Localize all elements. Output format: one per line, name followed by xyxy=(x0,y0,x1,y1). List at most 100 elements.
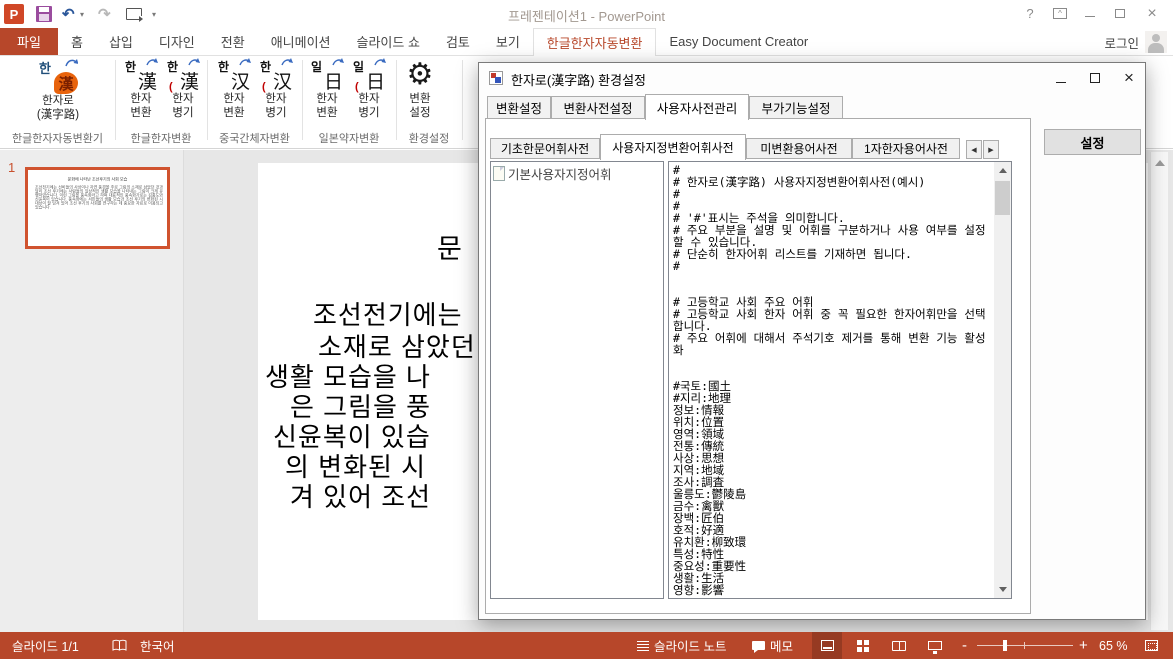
dialog-tab-convert-settings[interactable]: 변환설정 xyxy=(487,96,551,119)
group-label-simplified: 중국간체자변환 xyxy=(207,130,302,146)
spellcheck-button[interactable] xyxy=(112,632,127,659)
fit-slide-icon xyxy=(1145,640,1158,651)
simplified-convert-icon: 한 汉 xyxy=(217,58,251,92)
group-label-hanjaro: 한글한자자동변환기 xyxy=(0,130,115,146)
dictionary-editor-text[interactable]: # # 한자로(漢字路) 사용자지정변환어휘사전(예시) # # # '#'표시… xyxy=(673,164,991,596)
dialog-title: 한자로(漢字路) 환경설정 xyxy=(511,70,646,89)
zoom-slider[interactable] xyxy=(977,645,1073,646)
help-button[interactable]: ? xyxy=(1017,3,1043,24)
document-icon xyxy=(493,166,505,181)
scrollbar-thumb[interactable] xyxy=(995,181,1010,215)
notes-button[interactable]: 슬라이드 노트 xyxy=(637,632,726,659)
zoom-out-button[interactable]: - xyxy=(962,632,967,659)
list-item[interactable]: 기본사용자지정어휘 xyxy=(491,162,663,185)
ribbon-display-options-button[interactable]: ^ xyxy=(1047,3,1073,24)
slide-thumbnail[interactable]: 문화에 나타난 조선후기의 사회 모습 조선전기에는 선비들의 사상이나 자연 … xyxy=(25,167,170,249)
ribbon-tab-bar: 파일 홈 삽입 디자인 전환 애니메이션 슬라이드 쇼 검토 보기 한글한자자동… xyxy=(0,28,1173,56)
settings-button[interactable]: 설정 xyxy=(1044,129,1141,155)
tab-view[interactable]: 보기 xyxy=(483,28,533,55)
status-bar: 슬라이드 1/1 한국어 슬라이드 노트 메모 - + 65 % xyxy=(0,632,1173,659)
comments-button[interactable]: 메모 xyxy=(752,632,793,659)
gear-icon: ⚙ xyxy=(403,58,437,92)
canvas-scrollbar[interactable] xyxy=(1150,152,1168,630)
dict-tabs-scroll-right-button[interactable]: ▶ xyxy=(983,140,999,159)
minimize-button[interactable] xyxy=(1077,3,1103,24)
japanese-annotate-button[interactable]: 일 ( 日 한자 병기 xyxy=(349,58,389,128)
group-label-settings: 환경설정 xyxy=(396,130,462,146)
window-title: 프레젠테이션1 - PowerPoint xyxy=(0,6,1173,25)
dialog-title-bar[interactable]: 한자로(漢字路) 환경설정 × xyxy=(479,63,1145,93)
zoom-slider-thumb[interactable] xyxy=(1003,640,1007,651)
slideshow-view-button[interactable] xyxy=(920,632,950,659)
tab-easy-document-creator[interactable]: Easy Document Creator xyxy=(656,28,821,55)
dialog-tab-extra-features[interactable]: 부가기능설정 xyxy=(749,96,843,119)
simplified-convert-button[interactable]: 한 汉 한자 변환 xyxy=(214,58,254,128)
tab-file[interactable]: 파일 xyxy=(0,28,58,55)
dict-tab-single-char[interactable]: 1자한자용어사전 xyxy=(852,138,960,159)
tab-design[interactable]: 디자인 xyxy=(146,28,208,55)
user-dictionary-tab-page: 기초한문어휘사전 사용자지정변환어휘사전 미변환용어사전 1자한자용어사전 ◀ … xyxy=(485,118,1031,614)
tab-insert[interactable]: 삽입 xyxy=(96,28,146,55)
reading-view-button[interactable] xyxy=(884,632,914,659)
dialog-close-icon: × xyxy=(1124,68,1134,88)
dict-tab-basic-hanmun[interactable]: 기초한문어휘사전 xyxy=(490,138,600,159)
help-icon: ? xyxy=(1026,6,1033,21)
hanja-annotate-button[interactable]: 한 ( 漢 한자 병기 xyxy=(163,58,203,128)
normal-view-button[interactable] xyxy=(812,632,842,659)
dict-tabs-scroll-left-button[interactable]: ◀ xyxy=(966,140,982,159)
comment-icon xyxy=(752,641,765,650)
language-indicator[interactable]: 한국어 xyxy=(140,632,175,659)
hanjaro-launcher-button[interactable]: 한 漢 한자로 (漢字路) xyxy=(10,58,106,128)
minimize-icon xyxy=(1085,16,1095,17)
hanja-convert-button[interactable]: 한 漢 한자 변환 xyxy=(121,58,161,128)
tab-home[interactable]: 홈 xyxy=(58,28,96,55)
dict-tab-unconverted[interactable]: 미변환용어사전 xyxy=(746,138,852,159)
simplified-annotate-button[interactable]: 한 ( 汉 한자 병기 xyxy=(256,58,296,128)
japanese-annotate-icon: 일 ( 日 xyxy=(352,58,386,92)
maximize-button[interactable] xyxy=(1107,3,1133,24)
dialog-close-button[interactable]: × xyxy=(1113,64,1145,92)
slide-indicator[interactable]: 슬라이드 1/1 xyxy=(12,632,79,659)
dialog-tab-dictionary-settings[interactable]: 변환사전설정 xyxy=(551,96,645,119)
dialog-minimize-button[interactable] xyxy=(1045,64,1077,92)
scroll-up-icon[interactable] xyxy=(994,162,1011,179)
grid-view-icon xyxy=(857,640,869,652)
hanja-convert-icon: 한 漢 xyxy=(124,58,158,92)
close-button[interactable]: × xyxy=(1139,3,1165,24)
dialog-minimize-icon xyxy=(1056,82,1066,83)
japanese-convert-button[interactable]: 일 日 한자 변환 xyxy=(307,58,347,128)
zoom-level[interactable]: 65 % xyxy=(1099,632,1128,659)
thumbnail-title: 문화에 나타난 조선후기의 사회 모습 xyxy=(42,177,153,183)
dictionary-editor[interactable]: # # 한자로(漢字路) 사용자지정변환어휘사전(예시) # # # '#'표시… xyxy=(668,161,1012,599)
dictionary-list[interactable]: 기본사용자지정어휘 xyxy=(490,161,664,599)
scroll-up-icon[interactable] xyxy=(1155,160,1165,166)
tab-hanja-auto-convert[interactable]: 한글한자자동변환 xyxy=(533,28,657,56)
tab-review[interactable]: 검토 xyxy=(433,28,483,55)
ribbon-display-icon: ^ xyxy=(1053,8,1067,19)
avatar-icon xyxy=(1152,34,1160,42)
dialog-maximize-button[interactable] xyxy=(1079,64,1111,92)
scroll-down-icon[interactable] xyxy=(994,581,1011,598)
slide-thumbnail-pane: 1 문화에 나타난 조선후기의 사회 모습 조선전기에는 선비들의 사상이나 자… xyxy=(0,150,184,632)
arrow-right-icon: ▶ xyxy=(988,146,993,154)
tab-slideshow[interactable]: 슬라이드 쇼 xyxy=(344,28,433,55)
hanjaro-icon: 한 漢 xyxy=(38,58,78,94)
reading-view-icon xyxy=(892,641,906,651)
fit-to-window-button[interactable] xyxy=(1136,632,1166,659)
slide-sorter-view-button[interactable] xyxy=(848,632,878,659)
zoom-in-button[interactable]: + xyxy=(1079,632,1088,659)
tab-animations[interactable]: 애니메이션 xyxy=(258,28,344,55)
tab-transitions[interactable]: 전환 xyxy=(208,28,258,55)
title-bar: P ↶ ▾ ↷ ▾ 프레젠테이션1 - PowerPoint ? ^ × xyxy=(0,0,1173,28)
login-button[interactable]: 로그인 xyxy=(1104,33,1139,52)
group-label-japanese: 일본약자변환 xyxy=(302,130,396,146)
hanjaro-settings-dialog: 한자로(漢字路) 환경설정 × 변환설정 변환사전설정 사용자사전관리 부가기능… xyxy=(478,62,1146,620)
dict-tab-user-defined[interactable]: 사용자지정변환어휘사전 xyxy=(600,134,746,160)
conversion-settings-button[interactable]: ⚙ 변환 설정 xyxy=(400,58,440,128)
avatar[interactable] xyxy=(1145,31,1167,53)
editor-scrollbar[interactable] xyxy=(994,162,1011,598)
normal-view-icon xyxy=(821,640,834,651)
dialog-tab-user-dictionary[interactable]: 사용자사전관리 xyxy=(645,94,749,120)
zoom-slider-notch xyxy=(1024,642,1025,649)
list-item-label: 기본사용자지정어휘 xyxy=(508,164,612,183)
